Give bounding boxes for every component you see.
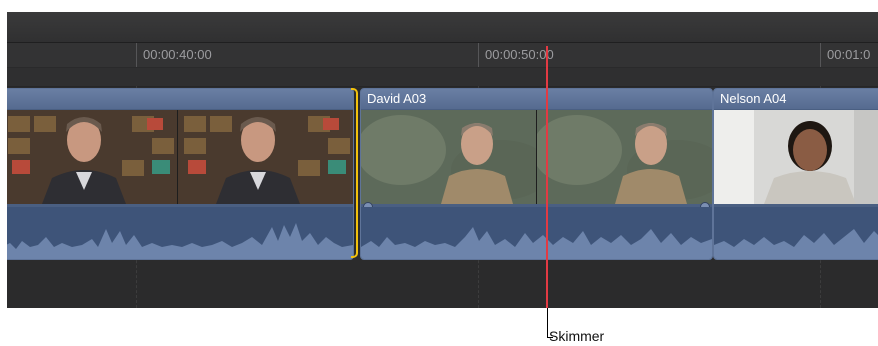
clip-filmstrip	[7, 110, 353, 204]
timeline[interactable]: 00:00:40:00 00:00:50:00 00:01:0 David A0…	[7, 12, 878, 308]
video-frame	[7, 110, 177, 204]
time-ruler[interactable]: 00:00:40:00 00:00:50:00 00:01:0	[7, 43, 878, 68]
audio-waveform	[361, 207, 712, 259]
video-frame	[714, 110, 878, 204]
ruler-tick	[136, 43, 137, 67]
clip-header: Nelson A04	[714, 89, 878, 109]
audio-waveform	[714, 207, 878, 259]
selection-edge[interactable]	[351, 88, 358, 258]
video-frame	[537, 110, 712, 204]
skimmer-callout-label: Skimmer	[549, 328, 605, 344]
clip-header: David A03	[361, 89, 712, 109]
callout-line	[547, 308, 548, 338]
clip-name: Nelson A04	[720, 91, 787, 106]
audio-waveform	[7, 207, 353, 259]
ruler-tick	[478, 43, 479, 67]
clip-name: David A03	[367, 91, 427, 106]
ruler-tick	[820, 43, 821, 67]
timeline-toolbar	[7, 12, 878, 43]
video-frame	[178, 110, 353, 204]
video-frame	[361, 110, 536, 204]
timecode-label: 00:01:0	[827, 47, 871, 62]
clip-filmstrip	[361, 110, 712, 204]
clip-filmstrip	[714, 110, 878, 204]
clip-nelson-a04[interactable]: Nelson A04	[713, 88, 878, 260]
timecode-label: 00:00:40:00	[143, 47, 212, 62]
clip-header	[7, 89, 353, 109]
skimmer-playhead[interactable]	[546, 46, 548, 308]
clip-david-a03[interactable]: David A03	[360, 88, 713, 260]
timecode-label: 00:00:50:00	[485, 47, 554, 62]
ruler-subtrack	[7, 68, 878, 87]
clip-selected[interactable]	[7, 88, 354, 260]
